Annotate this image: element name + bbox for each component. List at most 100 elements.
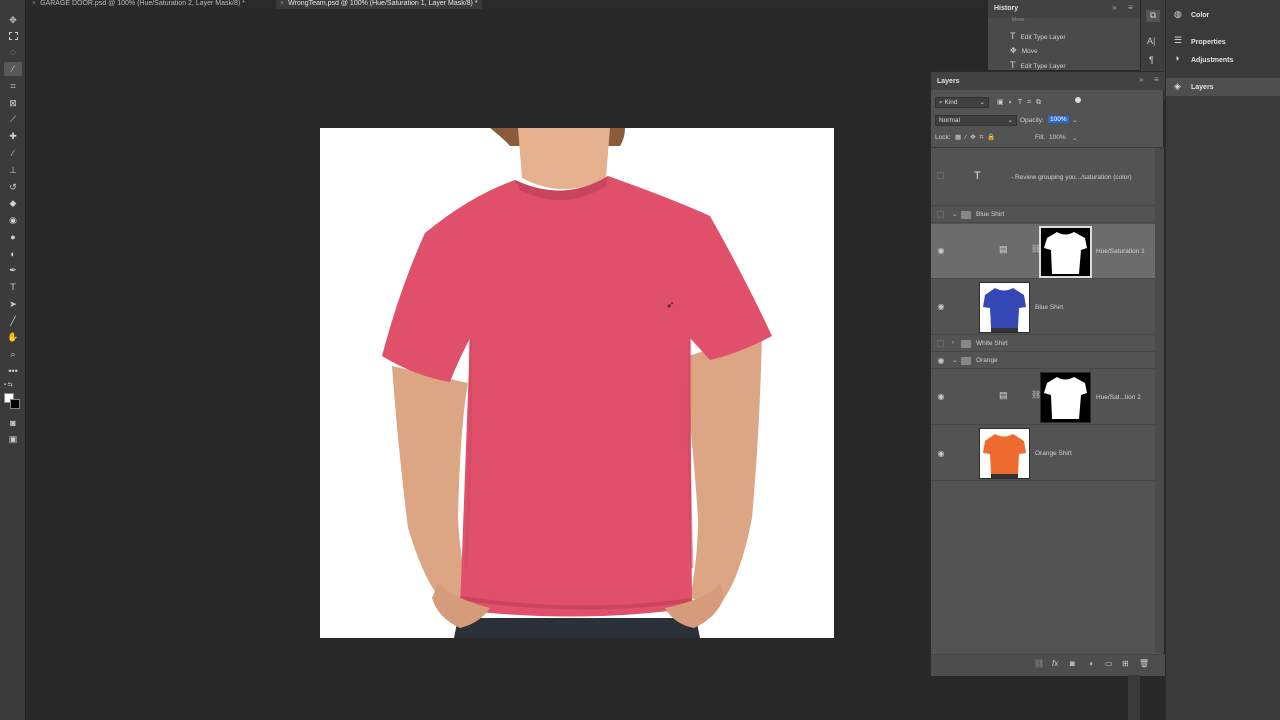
history-item[interactable]: Move [1012, 17, 1024, 23]
crop-tool-icon[interactable]: ⌗ [4, 79, 22, 93]
move-tool-icon[interactable]: ✥ [4, 13, 22, 27]
layer-row-hue-saturation-2[interactable]: ◉ ▤ ⛓ Hue/Sat...tion 2 [931, 370, 1155, 425]
new-layer-icon[interactable]: ⊞ [1122, 659, 1129, 668]
clone-stamp-icon[interactable]: ⊥ [4, 163, 22, 177]
eraser-tool-icon[interactable]: ◆ [4, 196, 22, 210]
paragraph-panel-icon[interactable]: ¶ [1149, 55, 1154, 65]
history-item[interactable]: T Edit Type Layer [1010, 60, 1066, 70]
magic-wand-tool-icon[interactable]: ⁄ [4, 62, 22, 76]
layers-title: Layers [937, 78, 960, 85]
expand-arrow-icon[interactable]: ⌄ [952, 210, 957, 218]
filter-icons[interactable]: ▣◐T⌗⧉ [997, 98, 1046, 107]
close-tab-icon[interactable]: × [280, 0, 284, 7]
filter-toggle[interactable] [1075, 97, 1081, 103]
layer-thumbnail[interactable] [979, 428, 1030, 479]
layers-scrollbar[interactable] [1155, 148, 1164, 653]
layer-group-blue-shirt[interactable]: ⌄ Blue Shirt [931, 207, 1155, 223]
fill-dropdown-icon[interactable]: ⌄ [1072, 134, 1077, 142]
screen-mode-icon[interactable]: ▣ [4, 432, 22, 446]
expand-arrow-icon[interactable]: ⌄ [952, 356, 957, 364]
eye-icon[interactable]: ◉ [936, 302, 946, 312]
color-palette-icon: ◍ [1174, 9, 1182, 19]
panel-menu-icon[interactable]: ≡ [1128, 3, 1133, 12]
eye-icon[interactable]: ◉ [936, 356, 946, 366]
document-canvas[interactable]: ➶ [320, 128, 834, 638]
layer-row-blue-shirt[interactable]: ◉ Blue Shirt [931, 280, 1155, 335]
layer-thumbnail[interactable] [979, 282, 1030, 333]
visibility-empty-icon[interactable] [937, 211, 944, 218]
new-group-icon[interactable]: ▭ [1105, 659, 1113, 668]
properties-panel-button[interactable]: ☰ Properties [1166, 34, 1280, 50]
layers-panel-button[interactable]: ◈ Layers [1166, 78, 1280, 96]
adjustments-icon: ◑ [1174, 53, 1180, 63]
layer-row-orange-shirt[interactable]: ◉ Orange Shirt [931, 426, 1155, 481]
blend-mode-select[interactable]: Normal ⌄ [935, 115, 1017, 126]
opacity-dropdown-icon[interactable]: ⌄ [1072, 116, 1077, 124]
trash-icon[interactable]: 🗑 [1139, 659, 1149, 668]
layer-group-orange[interactable]: ◉ ⌄ Orange [931, 353, 1155, 369]
layers-panel: Layers » ≡ ⌕ Kind ⌄ ▣◐T⌗⧉ Normal ⌄ Opacity… [930, 71, 1165, 676]
more-tools-icon[interactable]: ••• [4, 364, 22, 378]
type-icon: T [1010, 60, 1016, 70]
layer-row-hue-saturation-1[interactable]: ◉ ▤ ⛓ Hue/Saturation 1 [931, 224, 1155, 279]
properties-icon: ☰ [1174, 35, 1183, 45]
eye-icon[interactable]: ◉ [936, 449, 946, 459]
collapse-icon[interactable]: » [1112, 3, 1116, 12]
background-color-swatch[interactable] [10, 399, 20, 409]
layer-mask-thumbnail[interactable] [1039, 226, 1092, 278]
line-tool-icon[interactable]: ╱ [4, 314, 22, 328]
history-item[interactable]: T Edit Type Layer [1010, 31, 1066, 41]
adjustment-layer-icon: ▤ [999, 390, 1008, 400]
opacity-input[interactable]: 100% [1048, 116, 1069, 123]
frame-tool-icon[interactable]: ⊠ [4, 96, 22, 110]
tab-wrong-team[interactable]: × WrongTeam.psd @ 100% (Hue/Saturation 1,… [276, 0, 482, 9]
tab-garage-door[interactable]: × GARAGE DOOR.psd @ 100% (Hue/Saturation … [32, 0, 245, 9]
eye-icon[interactable]: ◉ [936, 246, 946, 256]
zoom-tool-icon[interactable]: ⌕ [4, 347, 22, 361]
collapse-arrow-icon[interactable]: › [952, 339, 954, 346]
lock-icons[interactable]: ▦∕✥⌗🔒 [955, 133, 999, 142]
fx-icon[interactable]: fx [1052, 659, 1058, 668]
type-layer-icon: T [974, 170, 981, 182]
link-layers-icon[interactable]: ⛓ [1034, 659, 1044, 668]
path-selection-icon[interactable]: ➤ [4, 297, 22, 311]
close-tab-icon[interactable]: × [32, 0, 36, 7]
folder-icon [961, 211, 971, 219]
color-panel-button[interactable]: ◍ Color [1166, 8, 1280, 24]
lasso-tool-icon[interactable]: ◌ [4, 45, 22, 59]
layer-name: White Shirt [976, 340, 1008, 347]
blur-tool-icon[interactable]: ● [4, 230, 22, 244]
history-brush-icon[interactable]: ↺ [4, 180, 22, 194]
history-item[interactable]: ✥ Move [1010, 46, 1038, 55]
layer-group-white-shirt[interactable]: › White Shirt [931, 336, 1155, 352]
layer-row-text[interactable]: T - Review grouping you.../saturation (c… [931, 148, 1155, 206]
filter-kind-select[interactable]: ⌕ Kind ⌄ [935, 97, 989, 108]
history-panel-icon[interactable]: ⧉ [1146, 10, 1160, 22]
hand-tool-icon[interactable]: ✋ [4, 330, 22, 344]
new-adjustment-icon[interactable]: ◑ [1088, 659, 1093, 668]
collapse-icon[interactable]: » [1139, 75, 1143, 84]
marquee-tool-icon[interactable] [4, 29, 22, 43]
adjustment-layer-icon: ▤ [999, 244, 1008, 254]
eye-icon[interactable]: ◉ [936, 392, 946, 402]
folder-icon [961, 340, 971, 348]
eyedropper-tool-icon[interactable]: ⟋ [4, 112, 22, 126]
pen-tool-icon[interactable]: ✒ [4, 263, 22, 277]
brush-tool-icon[interactable]: ∕ [4, 146, 22, 160]
character-panel-icon[interactable]: A| [1147, 36, 1155, 46]
visibility-empty-icon[interactable] [937, 172, 944, 179]
layer-mask-thumbnail[interactable] [1040, 372, 1091, 423]
quick-mask-icon[interactable]: ◙ [4, 416, 22, 430]
type-tool-icon[interactable]: T [4, 280, 22, 294]
healing-brush-icon[interactable]: ✚ [4, 129, 22, 143]
paint-bucket-icon[interactable]: ◉ [4, 213, 22, 227]
dodge-tool-icon[interactable]: ◐ [4, 247, 22, 261]
default-colors-icon[interactable]: ▪ ⇆ [4, 381, 13, 388]
layer-name: Blue Shirt [976, 211, 1005, 218]
folder-icon [961, 357, 971, 365]
add-mask-icon[interactable]: ◙ [1070, 659, 1075, 668]
panel-menu-icon[interactable]: ≡ [1154, 75, 1159, 84]
adjustments-panel-button[interactable]: ◑ Adjustments [1166, 52, 1280, 68]
fill-input[interactable]: 100% [1049, 134, 1066, 141]
visibility-empty-icon[interactable] [937, 340, 944, 347]
